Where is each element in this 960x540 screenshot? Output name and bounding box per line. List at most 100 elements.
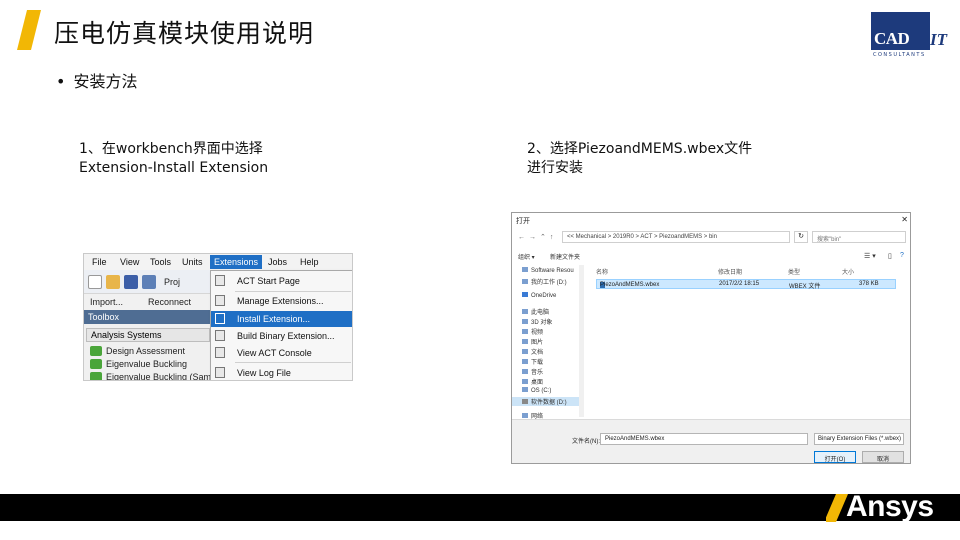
nav-software-resources[interactable]: Software Resou	[522, 267, 574, 276]
nav-label: 文档	[531, 350, 544, 356]
cloud-icon	[522, 292, 528, 297]
system-label: Eigenvalue Buckling	[106, 359, 188, 369]
music-icon	[522, 369, 528, 374]
nav-documents[interactable]: 文档	[522, 347, 543, 356]
cadit-logo-text: CAD	[874, 29, 910, 48]
cadit-logo: CAD CONSULTANTS	[871, 12, 931, 58]
menu-item-view-act-console[interactable]: View ACT Console	[211, 345, 352, 361]
nav-pictures[interactable]: 图片	[522, 337, 543, 346]
help-icon[interactable]: ?	[900, 252, 904, 259]
nav-back-forward-up-icons[interactable]: ←→⌃↑	[518, 233, 557, 241]
bullet-text: 安装方法	[73, 72, 138, 91]
system-icon	[90, 359, 102, 369]
menu-item-install-extension[interactable]: Install Extension...	[211, 311, 352, 327]
nav-my-work-drive[interactable]: 我的工作 (D:)	[522, 277, 567, 286]
menu-item-manage-extensions[interactable]: Manage Extensions...	[211, 293, 352, 309]
refresh-icon[interactable]: ↻	[794, 231, 808, 243]
title-accent-bar	[17, 10, 41, 50]
file-row-selected[interactable]: PiezoAndMEMS.wbex 2017/2/2 18:15 WBEX 文件…	[596, 279, 896, 290]
nav-music[interactable]: 音乐	[522, 367, 543, 376]
menu-item-act-start-page[interactable]: ACT Start Page	[211, 273, 352, 289]
nav-3d-objects[interactable]: 3D 对象	[522, 317, 552, 326]
view-options-icon[interactable]: ☰ ▾	[864, 252, 876, 260]
import-button[interactable]: Import...	[90, 297, 123, 307]
nav-label: 我的工作 (D:)	[531, 280, 567, 286]
nav-label: 桌面	[531, 380, 544, 386]
cancel-button[interactable]: 取消	[862, 451, 904, 463]
nav-desktop[interactable]: 桌面	[522, 377, 543, 386]
system-label: Eigenvalue Buckling (Samc	[106, 372, 216, 381]
close-icon[interactable]: ✕	[901, 215, 908, 224]
footer-bar	[0, 494, 960, 521]
reconnect-button[interactable]: Reconnect	[148, 297, 191, 307]
filetype-select[interactable]: Binary Extension Files (*.wbex)	[814, 433, 904, 445]
nav-label: 3D 对象	[531, 320, 553, 326]
nav-this-pc[interactable]: 此电脑	[522, 307, 549, 316]
cadit-logo-subtitle: CONSULTANTS	[873, 52, 926, 58]
step-1-caption: 1、在workbench界面中选择 Extension-Install Exte…	[79, 140, 268, 178]
system-eigenvalue-buckling-samcef[interactable]: Eigenvalue Buckling (Samc	[90, 372, 216, 381]
cadit-logo-box: CAD	[871, 12, 930, 50]
slide-title: 压电仿真模块使用说明	[54, 19, 315, 48]
step-2-line-1: 2、选择PiezoandMEMS.wbex文件	[527, 141, 753, 157]
video-icon	[522, 329, 528, 334]
organize-button[interactable]: 组织 ▾	[518, 252, 535, 261]
address-bar[interactable]: << Mechanical > 2019R0 > ACT > PiezoandM…	[562, 231, 790, 243]
file-date: 2017/2/2 18:15	[719, 281, 760, 287]
menu-file[interactable]: File	[92, 257, 107, 267]
search-input[interactable]: 搜索"bin"	[812, 231, 906, 243]
step-2-caption: 2、选择PiezoandMEMS.wbex文件 进行安装	[527, 140, 752, 178]
nav-scrollbar[interactable]	[579, 265, 584, 417]
menu-help[interactable]: Help	[300, 257, 319, 267]
system-icon	[90, 372, 102, 380]
cube-icon	[522, 319, 528, 324]
nav-label: 此电脑	[531, 310, 550, 316]
menu-tools[interactable]: Tools	[150, 257, 171, 267]
column-name[interactable]: 名称	[596, 267, 608, 276]
menu-separator	[235, 291, 351, 292]
network-icon	[522, 413, 528, 418]
save-as-icon[interactable]	[142, 275, 156, 289]
nav-label: OS (C:)	[531, 388, 552, 394]
nav-data-drive[interactable]: 软件数据 (D:)	[512, 397, 583, 406]
column-date[interactable]: 修改日期	[718, 267, 742, 276]
drive-icon	[522, 399, 528, 404]
toolbox-header: Toolbox	[84, 310, 214, 324]
nav-label: 软件数据 (D:)	[531, 400, 567, 406]
ansys-logo-text: Ansys	[846, 490, 934, 523]
nav-os-drive[interactable]: OS (C:)	[522, 387, 551, 396]
menu-extensions[interactable]: Extensions	[210, 255, 263, 269]
nav-label: OneDrive	[531, 293, 557, 299]
nav-onedrive[interactable]: OneDrive	[522, 292, 556, 301]
cadit-logo-it: IT	[930, 30, 947, 49]
nav-label: 音乐	[531, 370, 544, 376]
system-eigenvalue-buckling[interactable]: Eigenvalue Buckling	[90, 359, 187, 371]
menu-item-view-log-file[interactable]: View Log File	[211, 365, 352, 380]
menu-units[interactable]: Units	[182, 257, 203, 267]
project-tab-label[interactable]: Proj	[164, 277, 180, 287]
menu-item-build-binary-extension[interactable]: Build Binary Extension...	[211, 328, 352, 344]
dialog-command-bar: 组织 ▾ 新建文件夹 ☰ ▾ ▯ ?	[512, 249, 910, 263]
drive-icon	[522, 387, 528, 392]
nav-downloads[interactable]: 下载	[522, 357, 543, 366]
desktop-icon	[522, 379, 528, 384]
step-1-line-1: 1、在workbench界面中选择	[79, 141, 263, 157]
bullet-install-method: • 安装方法	[56, 68, 137, 92]
new-folder-button[interactable]: 新建文件夹	[550, 252, 580, 261]
menu-view[interactable]: View	[120, 257, 139, 267]
open-button[interactable]: 打开(O)	[814, 451, 856, 463]
nav-videos[interactable]: 视频	[522, 327, 543, 336]
save-icon[interactable]	[124, 275, 138, 289]
document-icon	[522, 349, 528, 354]
system-design-assessment[interactable]: Design Assessment	[90, 346, 185, 358]
nav-label: Software Resou	[531, 268, 574, 274]
analysis-systems-group[interactable]: Analysis Systems	[86, 328, 210, 342]
column-size[interactable]: 大小	[842, 267, 854, 276]
filename-input[interactable]: PiezoAndMEMS.wbex	[600, 433, 808, 445]
open-folder-icon[interactable]	[106, 275, 120, 289]
extensions-icon	[215, 295, 225, 306]
column-type[interactable]: 类型	[788, 267, 800, 276]
menu-jobs[interactable]: Jobs	[268, 257, 287, 267]
new-icon[interactable]	[88, 275, 102, 289]
pane-toggle-icon[interactable]: ▯	[888, 252, 892, 260]
